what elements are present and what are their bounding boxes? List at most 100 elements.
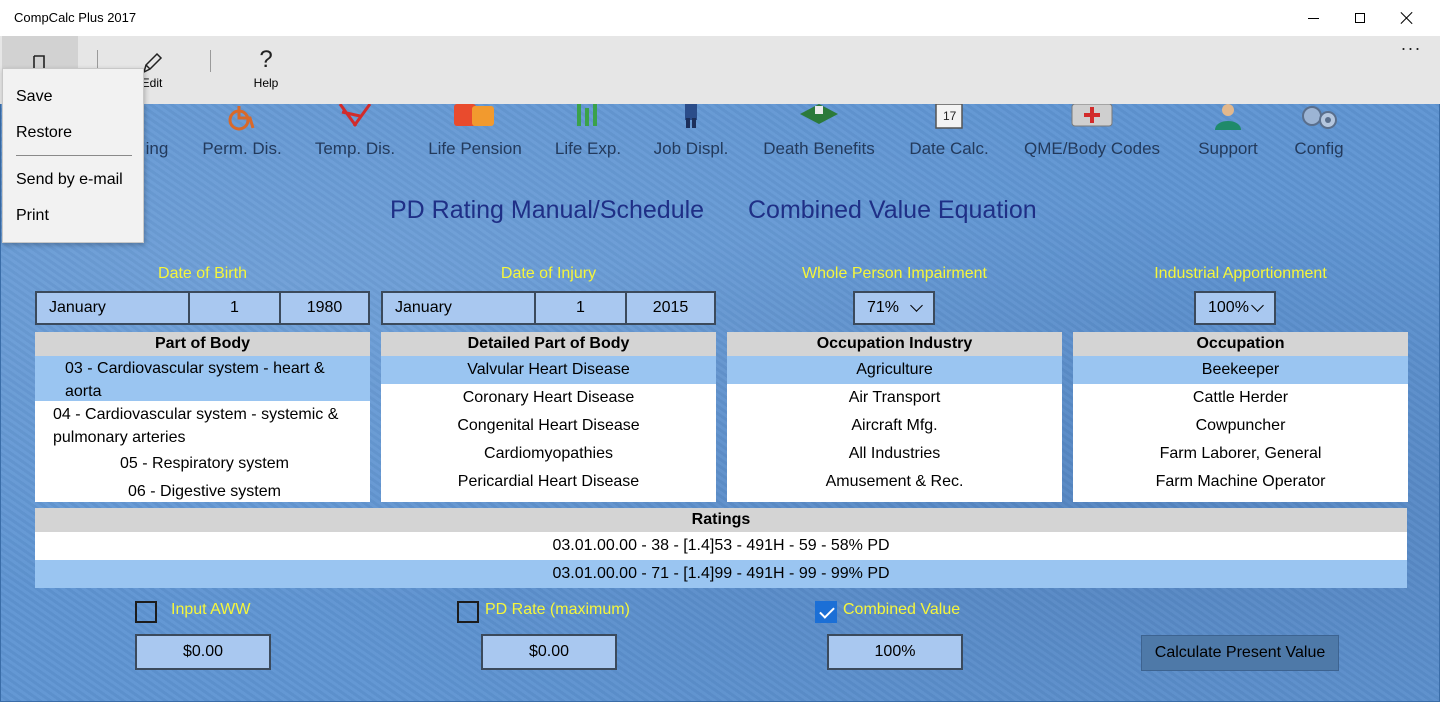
dob-day[interactable]: 1 xyxy=(190,293,281,323)
support-person-icon xyxy=(1215,104,1241,130)
part-of-body-list[interactable]: Part of Body 03 - Cardiovascular system … xyxy=(35,332,370,502)
maximize-button[interactable] xyxy=(1337,0,1383,36)
list-header: Detailed Part of Body xyxy=(381,332,716,356)
file-menu: Save Restore Send by e-mail Print xyxy=(2,68,144,243)
date-of-birth-label: Date of Birth xyxy=(158,265,247,282)
nav-item-qme-body-codes[interactable]: QME/Body Codes xyxy=(1015,104,1169,166)
list-header: Occupation Industry xyxy=(727,332,1062,356)
nav-label: QME/Body Codes xyxy=(1023,139,1161,158)
menu-item-restore[interactable]: Restore xyxy=(16,124,72,142)
list-item[interactable]: Cardiomyopathies xyxy=(381,440,716,468)
menu-item-send-by-email[interactable]: Send by e-mail xyxy=(16,171,123,189)
nav-label: Config xyxy=(1294,139,1344,158)
pd-rate-checkbox[interactable] xyxy=(457,601,479,623)
nav-label: Temp. Dis. xyxy=(314,139,396,158)
pd-rate-amount-field[interactable]: $0.00 xyxy=(481,634,617,670)
doi-day[interactable]: 1 xyxy=(536,293,627,323)
date-of-injury-label: Date of Injury xyxy=(500,265,597,282)
list-item[interactable]: Pericardial Heart Disease xyxy=(381,468,716,496)
dob-month[interactable]: January xyxy=(37,293,190,323)
help-label: Help xyxy=(253,76,279,90)
more-options-button[interactable]: ··· xyxy=(1396,38,1426,59)
wpi-value: 71% xyxy=(867,299,900,316)
detailed-part-of-body-list[interactable]: Detailed Part of Body Valvular Heart Dis… xyxy=(381,332,716,502)
worker-icon xyxy=(685,104,697,128)
list-item[interactable]: Cattle Herder xyxy=(1073,384,1408,412)
aww-amount-field[interactable]: $0.00 xyxy=(135,634,271,670)
ia-value: 100% xyxy=(1208,299,1249,316)
nav-item-life-exp[interactable]: Life Exp. xyxy=(549,104,627,166)
doi-month[interactable]: January xyxy=(383,293,536,323)
nav-item-date-calc[interactable]: 17 Date Calc. xyxy=(903,104,995,166)
list-item[interactable]: Farm Machine Operator xyxy=(1073,468,1408,496)
list-item[interactable]: 05 - Respiratory system xyxy=(35,449,370,477)
menu-item-save[interactable]: Save xyxy=(16,88,52,106)
nav-item-config[interactable]: Config xyxy=(1287,104,1351,166)
list-item[interactable]: Farm Laborer, General xyxy=(1073,440,1408,468)
list-item[interactable]: Cowpuncher xyxy=(1073,412,1408,440)
combined-value-field[interactable]: 100% xyxy=(827,634,963,670)
wheelchair-icon xyxy=(228,106,255,131)
list-header: Occupation xyxy=(1073,332,1408,356)
nav-item-perm-dis[interactable]: Perm. Dis. xyxy=(197,104,287,166)
list-item[interactable]: Beekeeper xyxy=(1073,356,1408,384)
nav-item-life-pension[interactable]: Life Pension xyxy=(421,104,529,166)
rating-row[interactable]: 03.01.00.00 - 38 - [1.4]53 - 491H - 59 -… xyxy=(35,532,1407,560)
nav-label: Date Calc. xyxy=(909,139,989,158)
menu-item-print[interactable]: Print xyxy=(16,207,49,225)
ratings-header: Ratings xyxy=(35,508,1407,532)
minimize-button[interactable] xyxy=(1290,0,1336,36)
input-aww-checkbox[interactable] xyxy=(135,601,157,623)
dob-year[interactable]: 1980 xyxy=(281,293,368,323)
whole-person-impairment-label: Whole Person Impairment xyxy=(802,265,987,282)
list-item[interactable]: Air Transport xyxy=(727,384,1062,412)
help-button[interactable]: ? Help xyxy=(226,36,306,104)
pension-icon xyxy=(454,104,494,126)
nav-label: Death Benefits xyxy=(763,139,875,158)
nav-item-temp-dis[interactable]: Temp. Dis. xyxy=(307,104,403,166)
life-expectancy-icon xyxy=(577,104,597,126)
ia-dropdown[interactable]: 100% xyxy=(1194,291,1276,325)
nav-item-death-benefits[interactable]: Death Benefits xyxy=(755,104,883,166)
minimize-icon xyxy=(1307,17,1319,19)
rating-row[interactable]: 03.01.00.00 - 71 - [1.4]99 - 491H - 99 -… xyxy=(35,560,1407,588)
death-benefits-icon xyxy=(800,104,838,124)
first-aid-kit-icon xyxy=(1071,104,1113,127)
occupation-list[interactable]: Occupation Beekeeper Cattle Herder Cowpu… xyxy=(1073,332,1408,502)
nav-label: Perm. Dis. xyxy=(202,139,282,158)
close-button[interactable] xyxy=(1384,0,1430,36)
doi-year[interactable]: 2015 xyxy=(627,293,714,323)
list-item[interactable]: Valvular Heart Disease xyxy=(381,356,716,384)
svg-text:17: 17 xyxy=(943,109,957,123)
nav-label: Life Pension xyxy=(428,139,522,158)
combined-value-label: Combined Value xyxy=(843,601,961,618)
calculate-present-value-button[interactable]: Calculate Present Value xyxy=(1141,635,1339,671)
list-item[interactable]: 06 - Digestive system xyxy=(35,477,370,502)
chevron-down-icon xyxy=(1251,299,1264,312)
wpi-dropdown[interactable]: 71% xyxy=(853,291,935,325)
pd-rate-label: PD Rate (maximum) xyxy=(485,601,630,618)
list-item[interactable]: 03 - Cardiovascular system - heart & aor… xyxy=(35,356,370,401)
combined-value-checkbox[interactable] xyxy=(815,601,837,623)
maximize-icon xyxy=(1355,13,1365,23)
list-item[interactable]: 04 - Cardiovascular system - systemic & … xyxy=(35,401,370,449)
menu-separator xyxy=(16,155,132,156)
input-aww-label: Input AWW xyxy=(171,601,251,618)
main-panel: ing Perm. Dis. Temp. Dis. Life Pension L… xyxy=(0,104,1440,702)
list-item[interactable]: Coronary Heart Disease xyxy=(381,384,716,412)
occupation-industry-list[interactable]: Occupation Industry Agriculture Air Tran… xyxy=(727,332,1062,502)
crutches-icon xyxy=(338,104,372,127)
list-item[interactable]: Congenital Heart Disease xyxy=(381,412,716,440)
date-of-birth-picker[interactable]: January 1 1980 xyxy=(35,291,370,325)
nav-item-job-displ[interactable]: Job Displ. xyxy=(647,104,735,166)
list-item[interactable]: All Industries xyxy=(727,440,1062,468)
list-item[interactable]: Aircraft Mfg. xyxy=(727,412,1062,440)
nav-item-support[interactable]: Support xyxy=(1189,104,1267,166)
command-bar: Edit ? Help ··· xyxy=(0,36,1440,104)
list-item[interactable]: Amusement & Rec. xyxy=(727,468,1062,496)
close-icon xyxy=(1401,12,1413,24)
date-of-injury-picker[interactable]: January 1 2015 xyxy=(381,291,716,325)
calendar-icon: 17 xyxy=(935,104,963,129)
list-item[interactable]: Agriculture xyxy=(727,356,1062,384)
ratings-list[interactable]: Ratings 03.01.00.00 - 38 - [1.4]53 - 491… xyxy=(35,508,1407,588)
